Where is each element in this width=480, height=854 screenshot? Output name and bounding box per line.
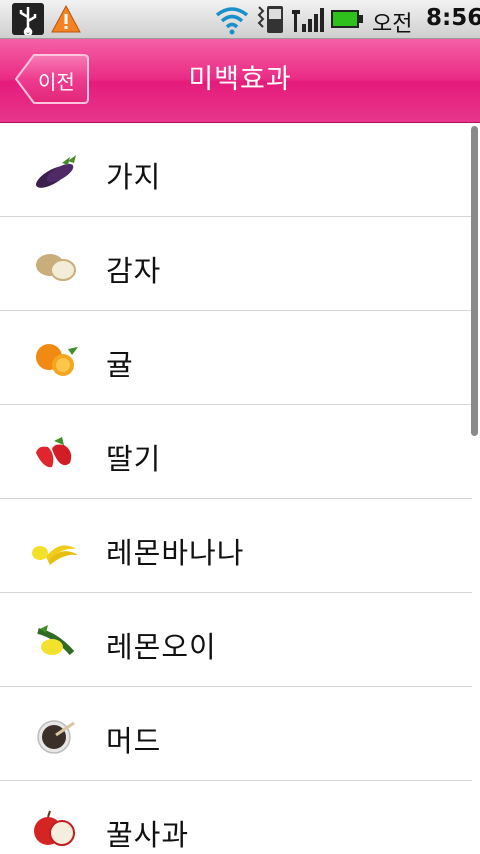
list-item-honey-apple[interactable]: 꿀사과 bbox=[0, 781, 472, 854]
usb-icon bbox=[12, 3, 44, 35]
phone-icon bbox=[257, 6, 283, 33]
eggplant-icon bbox=[36, 155, 76, 188]
list-item-label: 레몬오이 bbox=[106, 630, 217, 664]
list-item-lemon-banana[interactable]: 레몬바나나 bbox=[0, 499, 472, 593]
page-title: 미백효과 bbox=[188, 64, 292, 95]
potato-icon bbox=[36, 254, 76, 281]
title-bar: 이전 미백효과 bbox=[0, 39, 480, 123]
status-bar: 오전 8:56 bbox=[0, 0, 480, 39]
list-item-label: 딸기 bbox=[106, 442, 162, 476]
list-item-tangerine[interactable]: 귤 bbox=[0, 311, 472, 405]
wifi-icon bbox=[215, 7, 249, 35]
list-item-strawberry[interactable]: 딸기 bbox=[0, 405, 472, 499]
list-item-label: 가지 bbox=[106, 160, 162, 194]
list-item-mud[interactable]: 머드 bbox=[0, 687, 472, 781]
honey-apple-icon bbox=[34, 810, 75, 846]
list-item-label: 레몬바나나 bbox=[106, 536, 245, 570]
list-item-label: 꿀사과 bbox=[106, 818, 190, 852]
lemon-banana-icon bbox=[32, 545, 78, 565]
item-list[interactable]: 가지 감자 귤 딸기 레몬바나나 레몬오이 머드 꿀사과 bbox=[0, 123, 480, 854]
list-item-label: 머드 bbox=[106, 724, 162, 758]
strawberry-icon bbox=[36, 437, 72, 468]
list-item-label: 감자 bbox=[106, 254, 162, 288]
lemon-cucumber-icon bbox=[37, 625, 75, 656]
list-item-label: 귤 bbox=[106, 348, 134, 382]
warning-icon bbox=[51, 4, 81, 33]
battery-icon bbox=[331, 10, 363, 28]
tangerine-icon bbox=[36, 344, 78, 376]
signal-icon bbox=[292, 8, 324, 32]
list-item-eggplant[interactable]: 가지 bbox=[0, 123, 472, 217]
clock-time: 8:56 bbox=[426, 5, 480, 31]
mud-icon bbox=[37, 720, 75, 754]
clock-ampm: 오전 bbox=[372, 12, 413, 37]
scrollbar-thumb[interactable] bbox=[471, 126, 478, 436]
list-item-potato[interactable]: 감자 bbox=[0, 217, 472, 311]
list-item-lemon-cucumber[interactable]: 레몬오이 bbox=[0, 593, 472, 687]
